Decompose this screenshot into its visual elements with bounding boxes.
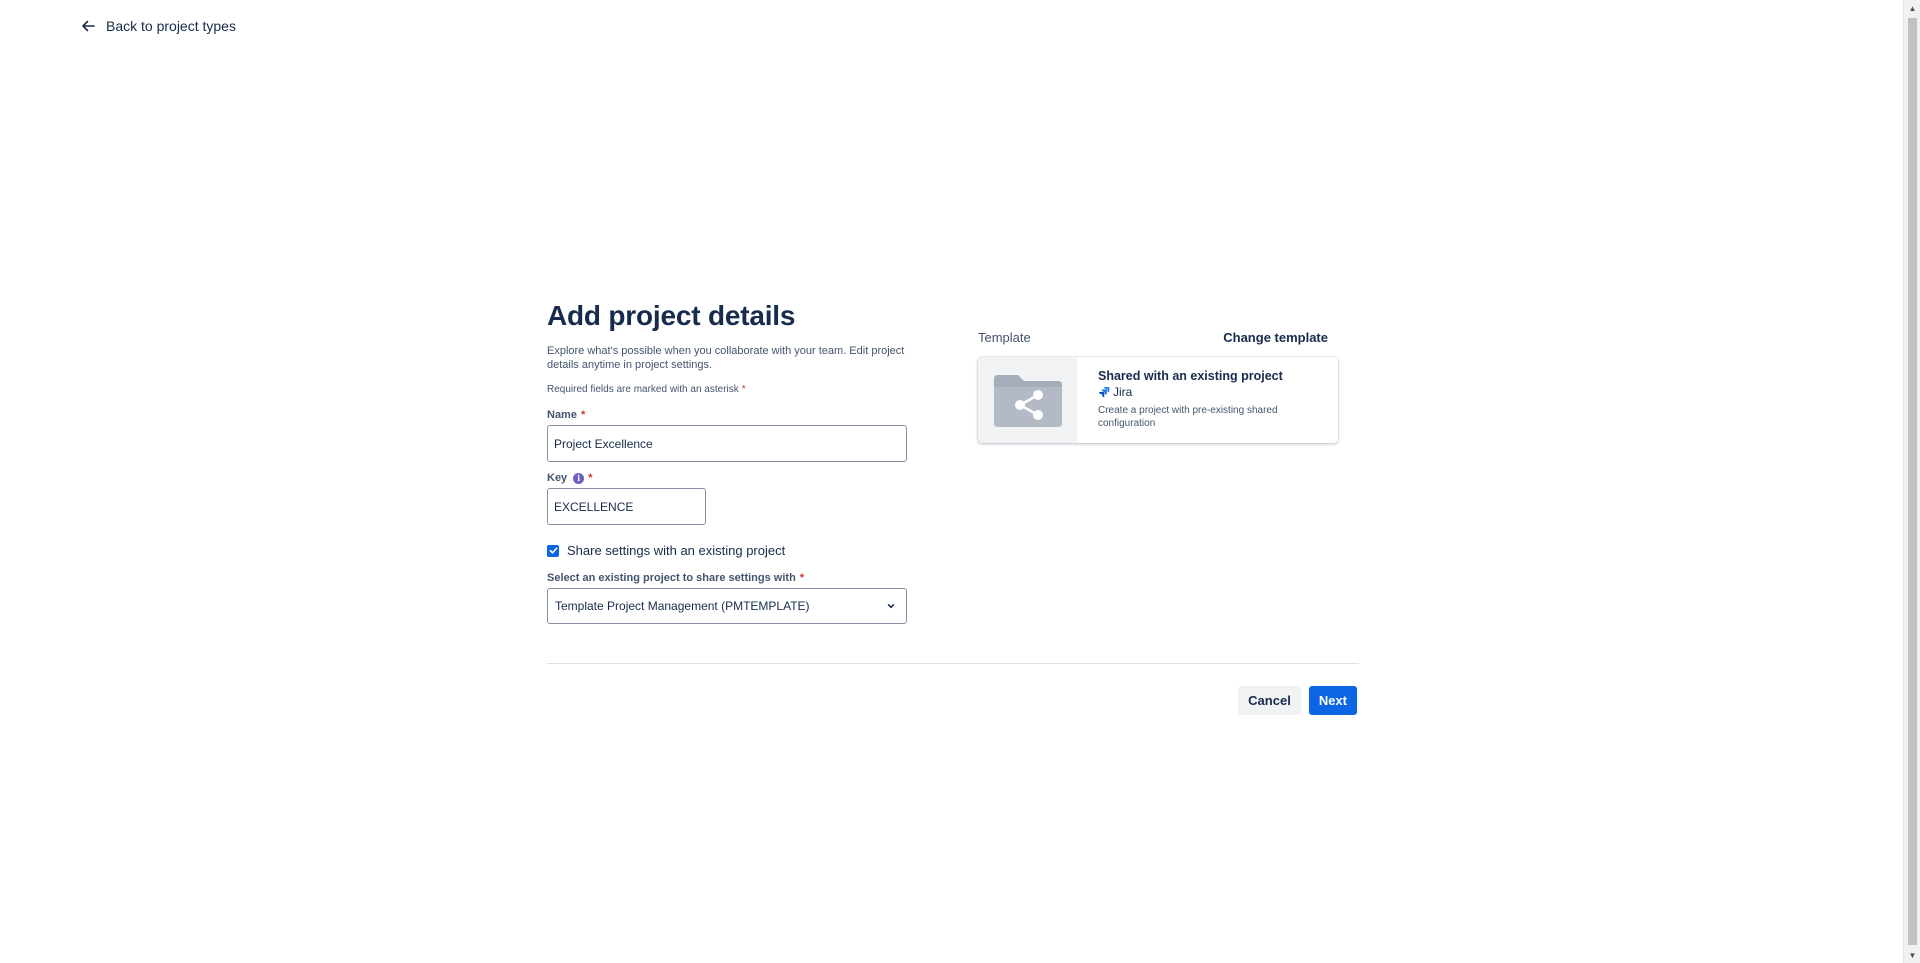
- intro-text: Explore what's possible when you collabo…: [547, 345, 905, 371]
- template-section: Template Change template Shared with an …: [978, 330, 1338, 443]
- name-label-text: Name: [547, 409, 577, 421]
- cancel-button[interactable]: Cancel: [1238, 686, 1301, 715]
- checkmark-icon: [549, 547, 557, 554]
- select-label-text: Select an existing project to share sett…: [547, 572, 796, 584]
- key-required-asterisk: *: [588, 472, 593, 484]
- scroll-up-arrow[interactable]: ▲: [1904, 0, 1920, 16]
- required-asterisk: *: [741, 384, 746, 395]
- select-value: Template Project Management (PMTEMPLATE): [555, 599, 810, 613]
- name-required-asterisk: *: [580, 409, 586, 421]
- next-button[interactable]: Next: [1308, 686, 1357, 715]
- back-link-label: Back to project types: [106, 18, 236, 34]
- name-field-label: Name *: [547, 409, 907, 421]
- change-template-button[interactable]: Change template: [1223, 330, 1328, 345]
- select-project-label: Select an existing project to share sett…: [547, 572, 907, 584]
- key-label-text: Key: [547, 472, 568, 484]
- template-label: Template: [978, 330, 1031, 345]
- create-project-page: Back to project types Add project detail…: [0, 0, 1920, 963]
- template-product-name: Jira: [1113, 385, 1133, 399]
- name-input[interactable]: [547, 425, 907, 462]
- page-title: Add project details: [547, 300, 796, 331]
- info-icon[interactable]: i: [573, 472, 585, 484]
- share-settings-label[interactable]: Share settings with an existing project: [567, 543, 785, 558]
- folder-share-icon: [993, 375, 1062, 427]
- back-to-project-types-link[interactable]: Back to project types: [80, 18, 236, 34]
- jira-icon: [1099, 387, 1110, 398]
- required-fields-note: Required fields are marked with an aster…: [547, 384, 907, 395]
- share-settings-checkbox[interactable]: [547, 544, 559, 557]
- template-info: Shared with an existing project Jira Cre…: [1077, 357, 1298, 443]
- template-thumbnail: [978, 357, 1077, 443]
- select-required-asterisk: *: [799, 572, 805, 584]
- form-footer: Cancel Next: [1238, 686, 1357, 715]
- template-name: Shared with an existing project: [1098, 369, 1283, 383]
- template-card: Shared with an existing project Jira Cre…: [978, 357, 1338, 443]
- project-details-form: Add project details Explore what's possi…: [547, 300, 907, 624]
- scroll-down-arrow[interactable]: ▼: [1904, 947, 1920, 963]
- scroll-thumb[interactable]: [1908, 18, 1917, 945]
- vertical-scrollbar[interactable]: ▲ ▼: [1903, 0, 1920, 963]
- template-header: Template Change template: [978, 330, 1338, 345]
- key-field-label: Key i *: [547, 472, 907, 484]
- share-settings-row: Share settings with an existing project: [547, 543, 907, 558]
- template-description: Create a project with pre-existing share…: [1098, 405, 1278, 429]
- key-input[interactable]: [547, 488, 706, 525]
- arrow-left-icon: [82, 20, 95, 32]
- existing-project-select[interactable]: Template Project Management (PMTEMPLATE): [547, 588, 907, 624]
- template-product: Jira: [1098, 385, 1298, 399]
- chevron-down-icon: [887, 604, 895, 609]
- required-note-text: Required fields are marked with an aster…: [547, 384, 739, 395]
- footer-divider: [547, 663, 1359, 664]
